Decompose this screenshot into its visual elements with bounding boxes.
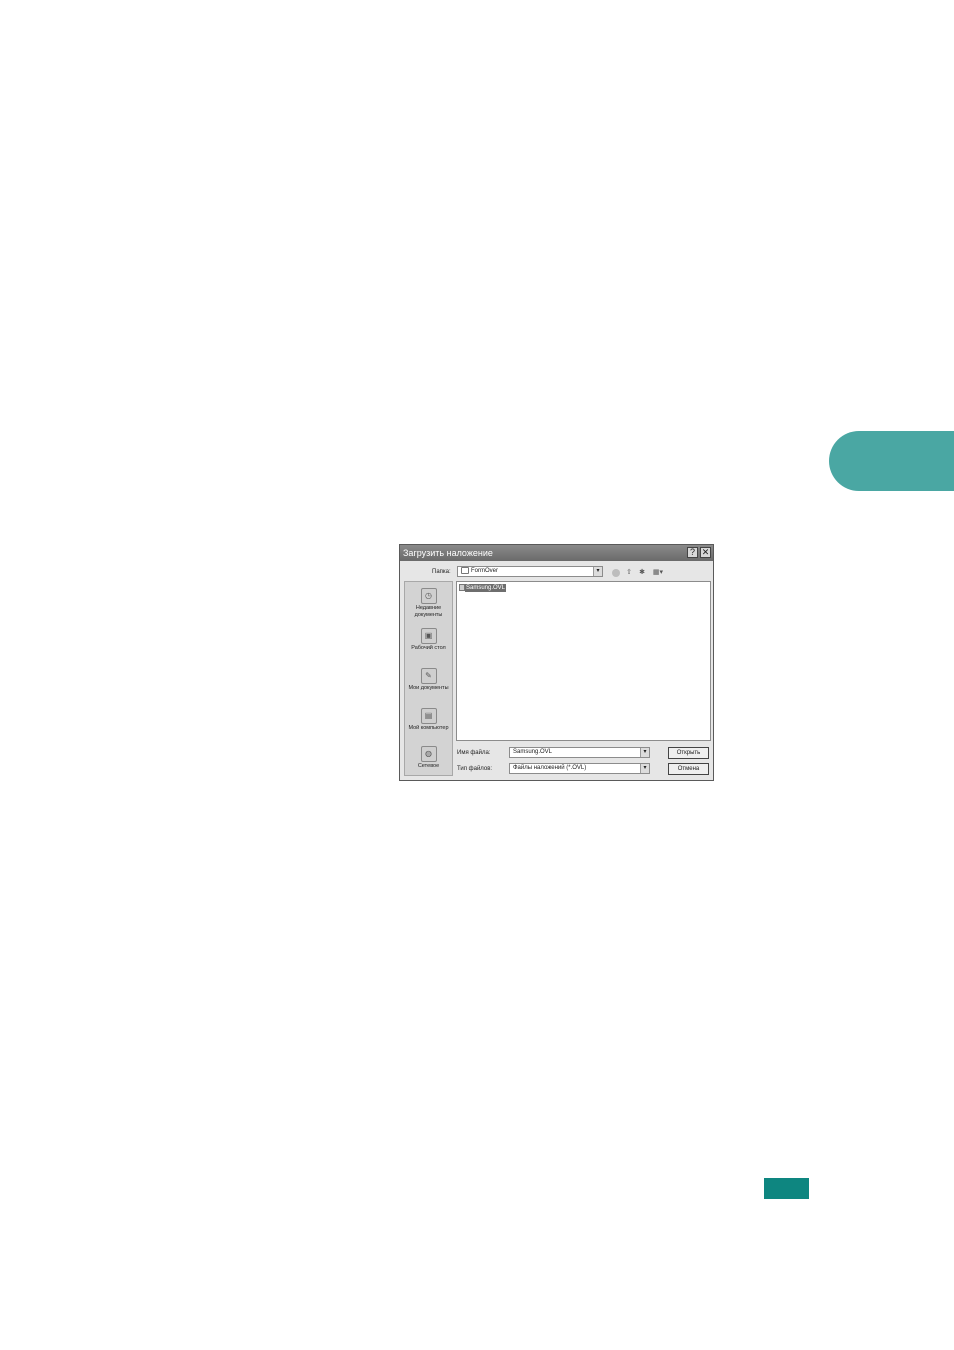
place-label: Недавние документы xyxy=(414,605,443,618)
place-my-computer[interactable]: ▤ Мой компьютер xyxy=(405,708,452,732)
close-button[interactable]: ✕ xyxy=(700,547,711,558)
help-button[interactable]: ? xyxy=(687,547,698,558)
open-button[interactable]: Открыть xyxy=(668,747,709,759)
place-recent-documents[interactable]: ◷ Недавние документы xyxy=(405,588,452,619)
list-item[interactable]: Samsung.OVL xyxy=(459,584,507,592)
cancel-button[interactable]: Отмена xyxy=(668,763,709,775)
filename-value: Samsung.OVL xyxy=(513,749,553,755)
up-folder-icon[interactable]: ⇧ xyxy=(625,569,633,577)
chevron-down-icon[interactable]: ▾ xyxy=(640,764,649,773)
place-desktop[interactable]: ▣ Рабочий стол xyxy=(405,628,452,652)
place-network[interactable]: ◍ Сетевое xyxy=(405,746,452,770)
filetype-label: Тип файлов: xyxy=(457,766,493,772)
place-label: Мои документы xyxy=(408,685,449,691)
places-bar: ◷ Недавние документы ▣ Рабочий стол ✎ Мо… xyxy=(404,581,453,776)
filename-label: Имя файла: xyxy=(457,750,491,756)
my-documents-icon: ✎ xyxy=(420,668,437,684)
dialog-titlebar: Загрузить наложение ? ✕ xyxy=(400,545,713,561)
place-label: Сетевое xyxy=(417,763,440,769)
place-label: Мой компьютер xyxy=(408,725,449,731)
desktop-icon: ▣ xyxy=(420,628,437,644)
lookin-label: Папка: xyxy=(432,569,451,575)
page-number-marker xyxy=(764,1178,809,1199)
dialog-title: Загрузить наложение xyxy=(403,548,493,558)
file-list[interactable]: Samsung.OVL xyxy=(456,581,711,741)
chapter-tab-marker xyxy=(829,431,954,491)
network-icon: ◍ xyxy=(420,746,437,762)
load-overlay-dialog: Загрузить наложение ? ✕ Папка: FormOver … xyxy=(399,544,714,781)
file-name: Samsung.OVL xyxy=(465,584,507,592)
place-label: Рабочий стол xyxy=(411,645,446,651)
place-my-documents[interactable]: ✎ Мои документы xyxy=(405,668,452,692)
chevron-down-icon[interactable]: ▾ xyxy=(640,748,649,757)
view-menu-icon[interactable]: ▦▾ xyxy=(651,569,665,577)
folder-icon xyxy=(461,567,469,574)
filetype-value: Файлы наложений (*.OVL) xyxy=(513,765,587,771)
new-folder-icon[interactable]: ✱ xyxy=(638,569,646,577)
back-icon[interactable] xyxy=(612,569,620,577)
chevron-down-icon[interactable]: ▾ xyxy=(593,567,602,576)
lookin-combo[interactable]: FormOver ▾ xyxy=(457,566,603,577)
my-computer-icon: ▤ xyxy=(420,708,437,724)
filename-field[interactable]: Samsung.OVL ▾ xyxy=(509,747,650,758)
filetype-select[interactable]: Файлы наложений (*.OVL) ▾ xyxy=(509,763,650,774)
lookin-value: FormOver xyxy=(471,568,498,575)
recent-documents-icon: ◷ xyxy=(420,588,437,604)
